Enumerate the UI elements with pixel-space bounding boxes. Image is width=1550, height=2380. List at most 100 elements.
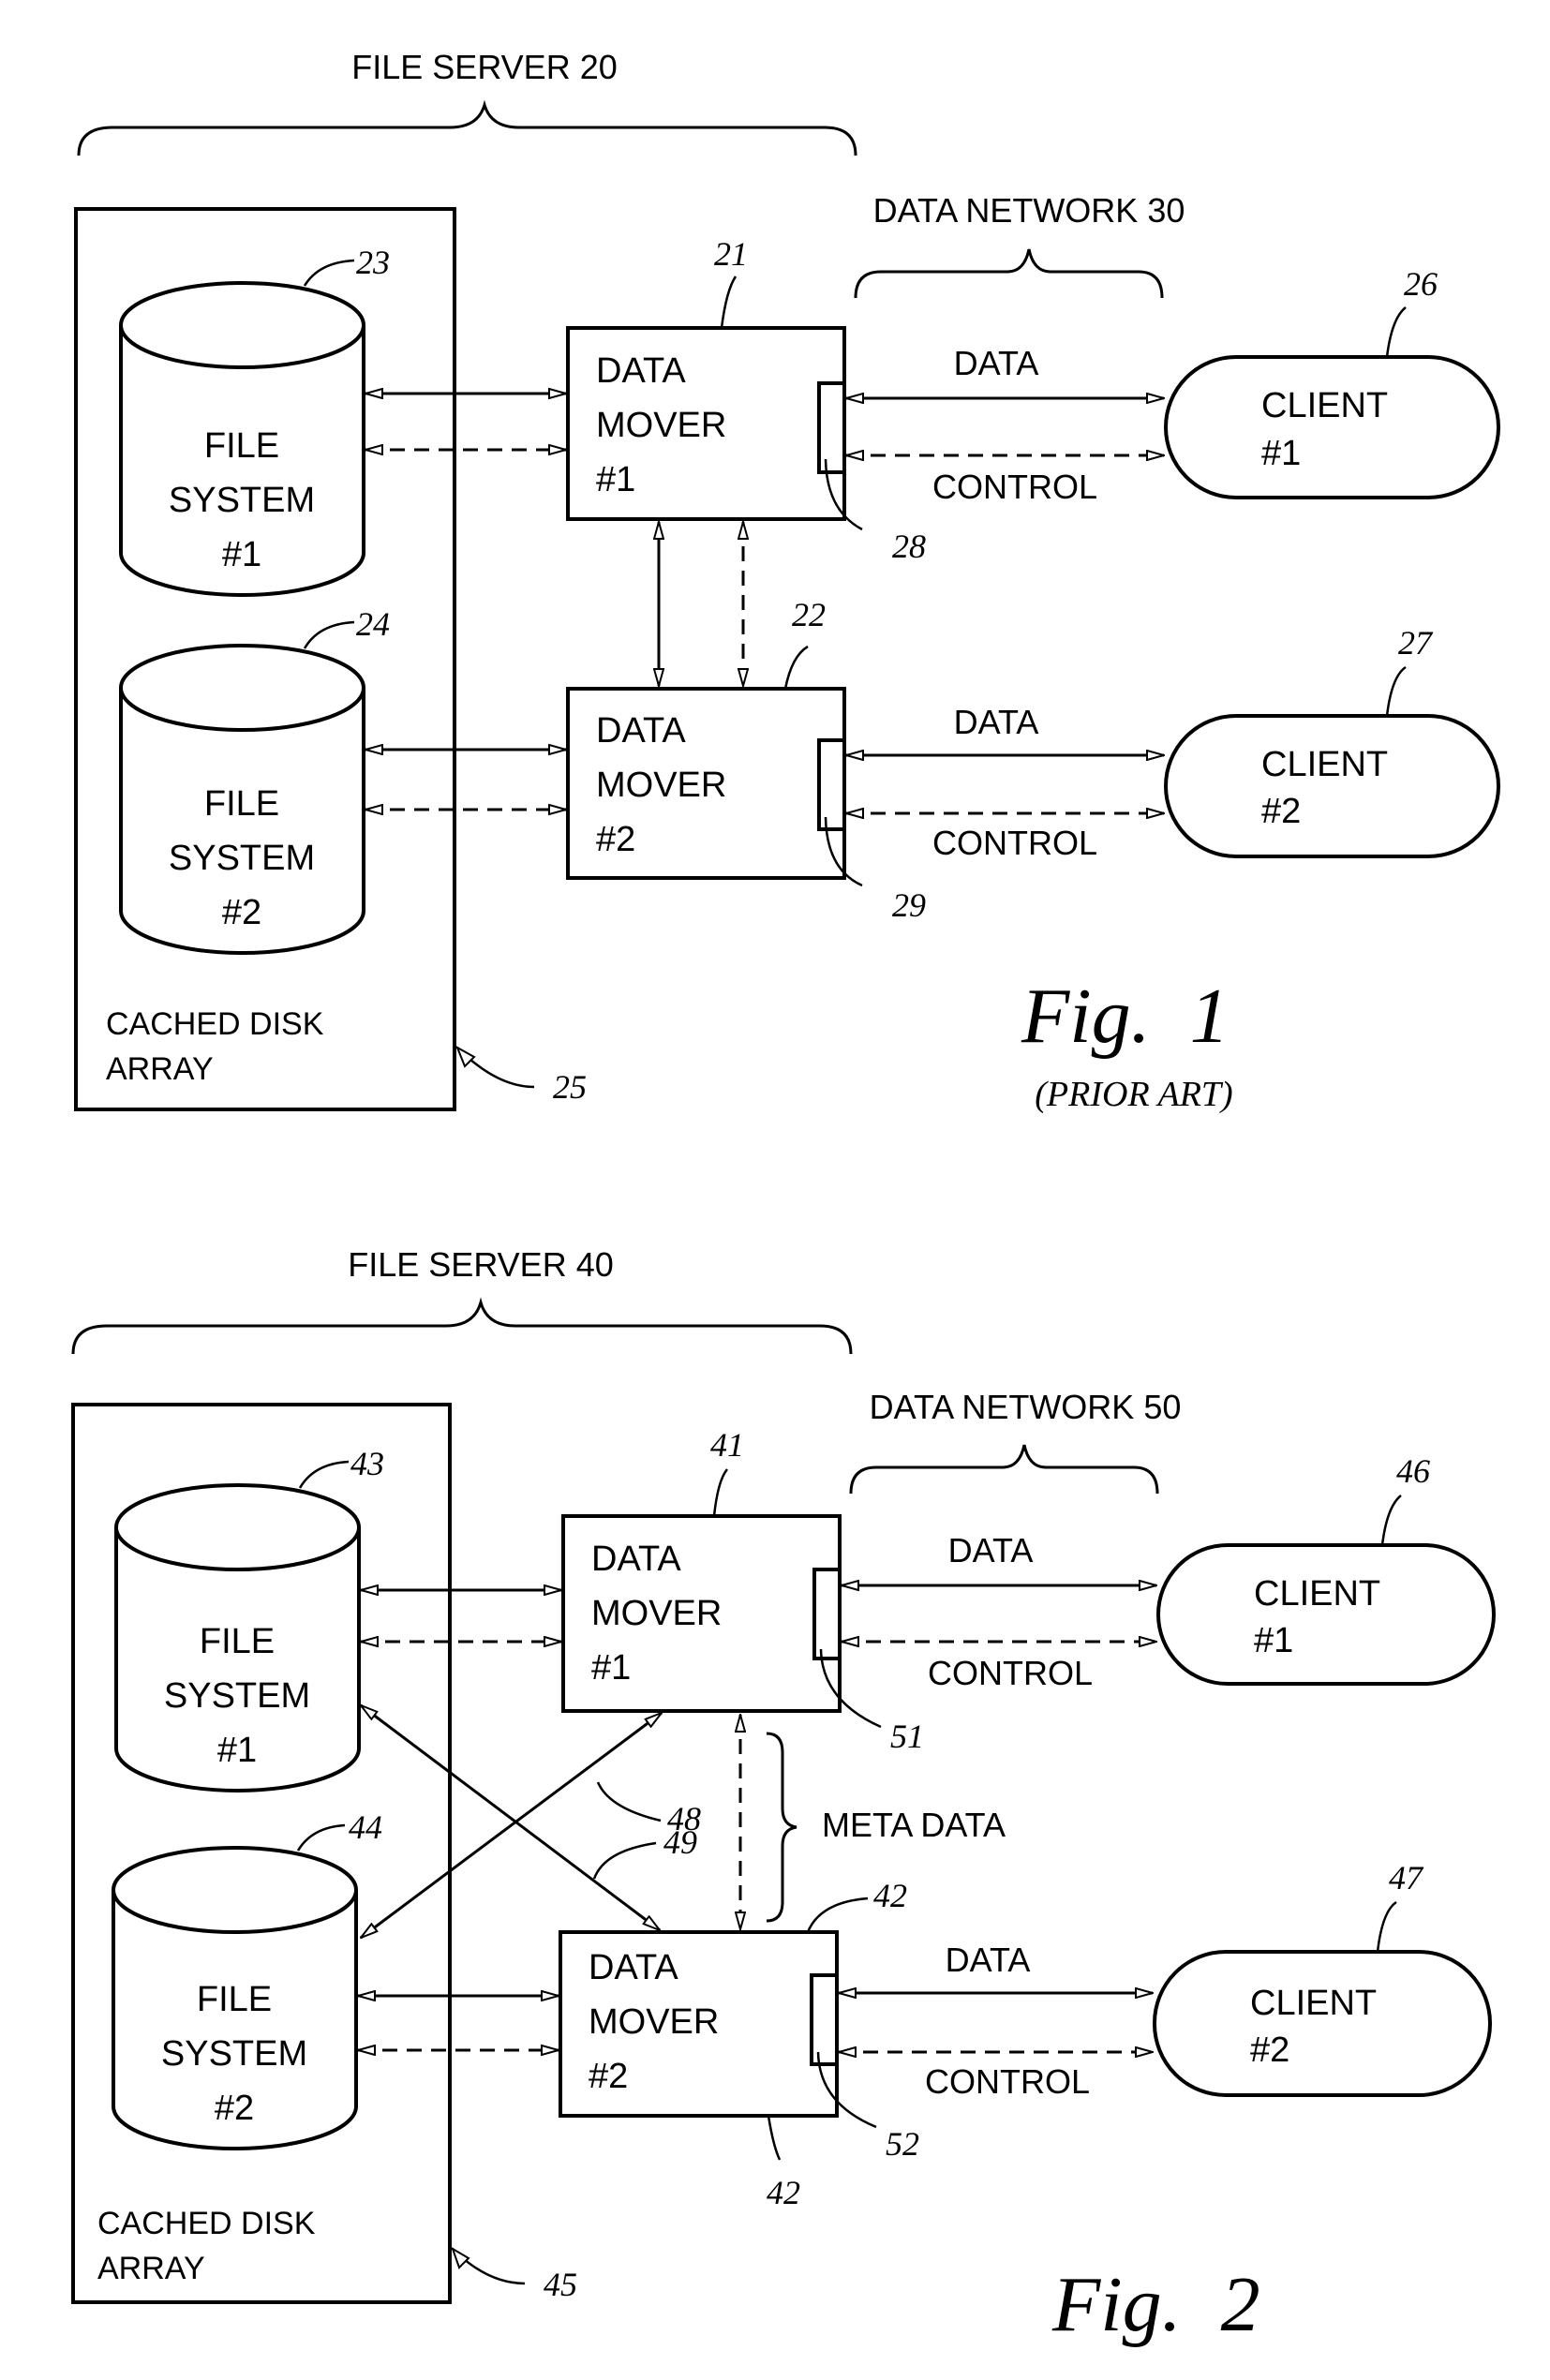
fs1-line2: SYSTEM bbox=[169, 481, 315, 520]
fs1-line2: SYSTEM bbox=[164, 1676, 310, 1716]
client2-line2: #2 bbox=[1250, 2030, 1289, 2070]
disk-array-label-2: ARRAY bbox=[106, 1051, 214, 1087]
client-2 bbox=[1153, 1950, 1492, 2097]
client1-line1: CLIENT bbox=[1261, 386, 1388, 425]
ref-26: 26 bbox=[1404, 265, 1438, 303]
port-52 bbox=[810, 1973, 839, 2066]
leader-42-top bbox=[806, 1897, 869, 1933]
port-29 bbox=[817, 738, 846, 831]
meta-data-brace bbox=[766, 1732, 797, 1923]
ref-51: 51 bbox=[890, 1718, 924, 1755]
fs1-line1: FILE bbox=[204, 426, 279, 466]
ref-43: 43 bbox=[350, 1445, 384, 1482]
dm1-line3: #1 bbox=[596, 460, 635, 499]
file-system-1-cylinder: FILE SYSTEM #1 bbox=[114, 1483, 361, 1792]
fs2-line3: #2 bbox=[215, 2089, 254, 2128]
ref-24: 24 bbox=[356, 605, 390, 643]
leader-22 bbox=[783, 645, 809, 690]
ref-46: 46 bbox=[1396, 1452, 1430, 1490]
link-label-data: DATA bbox=[946, 1941, 1031, 1979]
ref-25: 25 bbox=[553, 1068, 587, 1106]
fs2-line2: SYSTEM bbox=[161, 2034, 307, 2074]
data-network-label: DATA NETWORK 30 bbox=[873, 191, 1185, 230]
figure-caption: Fig. 2 bbox=[1051, 2261, 1260, 2348]
dm1-line1: DATA bbox=[596, 351, 686, 391]
dm2-line2: MOVER bbox=[589, 2002, 719, 2042]
ref-45: 45 bbox=[544, 2266, 577, 2303]
file-system-1-cylinder: FILE SYSTEM #1 bbox=[119, 281, 365, 597]
data-network-brace bbox=[849, 1444, 1159, 1495]
disk-array-label-1: CACHED DISK bbox=[97, 2206, 316, 2241]
client-1 bbox=[1164, 355, 1500, 499]
ref-23: 23 bbox=[356, 244, 390, 281]
client-1 bbox=[1156, 1543, 1496, 1686]
leader-21 bbox=[720, 275, 738, 329]
fs2-line1: FILE bbox=[204, 784, 279, 824]
disk-array-label-1: CACHED DISK bbox=[106, 1006, 324, 1042]
link-label-control: CONTROL bbox=[932, 468, 1097, 506]
fs2-line1: FILE bbox=[197, 1980, 272, 2019]
fs2-line3: #2 bbox=[222, 893, 261, 932]
link-label-data: DATA bbox=[954, 703, 1039, 741]
link-label-control: CONTROL bbox=[932, 824, 1097, 862]
ref-49: 49 bbox=[663, 1823, 697, 1861]
dm1-line1: DATA bbox=[591, 1540, 681, 1579]
dm2-line1: DATA bbox=[596, 711, 686, 751]
leader-45 bbox=[452, 2248, 526, 2285]
port-51 bbox=[812, 1568, 842, 1660]
ref-52: 52 bbox=[886, 2125, 919, 2163]
link-label-control: CONTROL bbox=[928, 1654, 1093, 1692]
leader-27 bbox=[1385, 665, 1407, 717]
ref-42-top: 42 bbox=[873, 1877, 907, 1914]
leader-arrow bbox=[455, 1045, 476, 1068]
client1-line1: CLIENT bbox=[1254, 1574, 1380, 1614]
ref-44: 44 bbox=[349, 1808, 382, 1846]
ref-47: 47 bbox=[1389, 1859, 1424, 1897]
link-label-control: CONTROL bbox=[925, 2062, 1090, 2101]
leader-47 bbox=[1376, 1900, 1397, 1953]
client1-line2: #1 bbox=[1261, 434, 1301, 473]
figure-caption: Fig. 1 bbox=[1021, 973, 1230, 1060]
link-label-data: DATA bbox=[948, 1531, 1034, 1569]
patent-drawing-sheet: FILE SERVER 20 CACHED DISK ARRAY 25 FILE… bbox=[71, 48, 1500, 2348]
dm1-line2: MOVER bbox=[591, 1594, 722, 1633]
file-system-2-cylinder: FILE SYSTEM #2 bbox=[119, 644, 365, 955]
ref-29: 29 bbox=[892, 886, 926, 924]
dm2-line3: #2 bbox=[596, 820, 635, 859]
dm1-line2: MOVER bbox=[596, 406, 726, 445]
leader-49 bbox=[592, 1841, 657, 1880]
leader-42-bottom bbox=[767, 2115, 782, 2161]
file-server-brace bbox=[71, 1297, 853, 1355]
ref-21: 21 bbox=[714, 235, 748, 273]
leader-26 bbox=[1385, 306, 1407, 358]
client2-line1: CLIENT bbox=[1250, 1984, 1377, 2023]
client2-line2: #2 bbox=[1261, 792, 1301, 831]
fs1-line3: #1 bbox=[222, 535, 261, 574]
ref-27: 27 bbox=[1398, 624, 1434, 662]
dm2-line3: #2 bbox=[589, 2057, 628, 2096]
ref-41: 41 bbox=[710, 1426, 744, 1464]
fs2-line2: SYSTEM bbox=[169, 839, 315, 878]
leader-48 bbox=[596, 1781, 662, 1822]
dm2-line2: MOVER bbox=[596, 766, 726, 805]
dm2-line1: DATA bbox=[589, 1948, 678, 1987]
leader-41 bbox=[712, 1468, 729, 1517]
port-28 bbox=[817, 381, 846, 474]
client-2 bbox=[1164, 714, 1500, 858]
figure-subcaption: (PRIOR ART) bbox=[1035, 1075, 1232, 1114]
ref-28: 28 bbox=[892, 528, 926, 565]
ref-22: 22 bbox=[792, 596, 826, 633]
disk-array-label-2: ARRAY bbox=[97, 2251, 205, 2286]
leader-arrow bbox=[451, 2246, 470, 2269]
file-system-2-cylinder: FILE SYSTEM #2 bbox=[112, 1846, 358, 2150]
data-network-brace bbox=[854, 248, 1164, 299]
fs1-line1: FILE bbox=[200, 1622, 275, 1661]
ref-42-bottom: 42 bbox=[767, 2174, 800, 2211]
data-network-label: DATA NETWORK 50 bbox=[870, 1388, 1182, 1426]
client2-line1: CLIENT bbox=[1261, 745, 1388, 784]
client1-line2: #1 bbox=[1254, 1621, 1293, 1660]
file-server-label: FILE SERVER 20 bbox=[351, 48, 617, 86]
fs1-line3: #1 bbox=[217, 1731, 257, 1770]
file-server-label: FILE SERVER 40 bbox=[348, 1245, 613, 1284]
dm1-line3: #1 bbox=[591, 1648, 631, 1688]
